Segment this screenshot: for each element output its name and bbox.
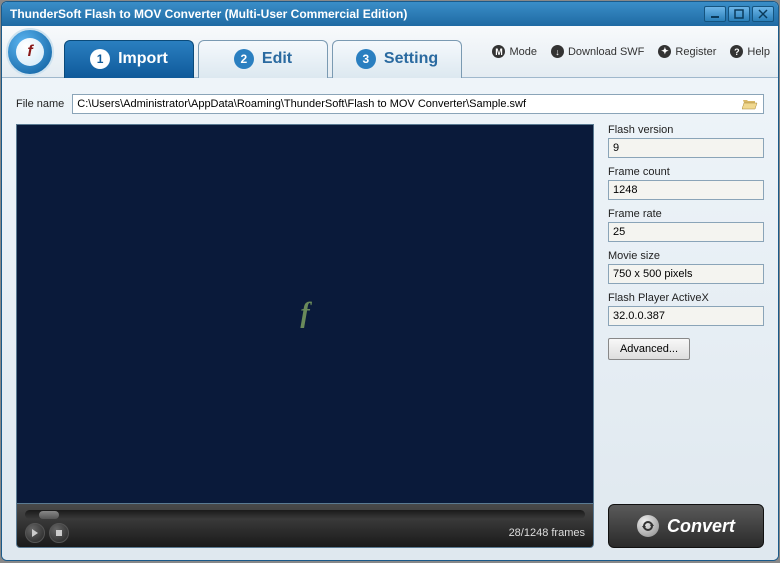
tabs: 1 Import 2 Edit 3 Setting <box>64 33 462 71</box>
maximize-button[interactable] <box>728 6 750 22</box>
tab-number: 3 <box>356 49 376 69</box>
seek-thumb[interactable] <box>39 511 59 519</box>
open-file-button[interactable] <box>741 97 759 111</box>
preview-pane: f <box>16 124 594 504</box>
app-window: ThunderSoft Flash to MOV Converter (Mult… <box>1 1 779 561</box>
flash-version-label: Flash version <box>608 124 764 136</box>
app-logo: f <box>6 28 54 76</box>
flash-player-label: Flash Player ActiveX <box>608 292 764 304</box>
header: f 1 Import 2 Edit 3 Setting MMode ↓Downl… <box>2 26 778 78</box>
convert-label: Convert <box>667 516 735 537</box>
player-controls: 28/1248 frames <box>25 523 585 543</box>
file-path-box <box>72 94 764 114</box>
mode-icon: M <box>492 45 505 58</box>
close-button[interactable] <box>752 6 774 22</box>
tab-import[interactable]: 1 Import <box>64 40 194 78</box>
seek-bar[interactable] <box>25 510 585 519</box>
minimize-button[interactable] <box>704 6 726 22</box>
help-icon: ? <box>730 45 743 58</box>
frame-count-value: 1248 <box>608 180 764 200</box>
advanced-button[interactable]: Advanced... <box>608 338 690 360</box>
tab-edit[interactable]: 2 Edit <box>198 40 328 78</box>
download-swf-link[interactable]: ↓Download SWF <box>551 45 644 58</box>
register-icon: ✦ <box>658 45 671 58</box>
titlebar: ThunderSoft Flash to MOV Converter (Mult… <box>2 2 778 26</box>
info-column: Flash version 9 Frame count 1248 Frame r… <box>608 124 764 548</box>
preview-column: f 28/1248 frames <box>16 124 594 548</box>
stop-button[interactable] <box>49 523 69 543</box>
window-title: ThunderSoft Flash to MOV Converter (Mult… <box>6 7 702 21</box>
flash-placeholder-icon: f <box>300 298 309 330</box>
file-row: File name <box>16 94 764 114</box>
frame-rate-value: 25 <box>608 222 764 242</box>
file-path-input[interactable] <box>77 98 741 110</box>
folder-open-icon <box>742 98 758 110</box>
convert-button[interactable]: Convert <box>608 504 764 548</box>
tab-label: Edit <box>262 50 292 68</box>
frame-rate-label: Frame rate <box>608 208 764 220</box>
main-area: f 28/1248 frames Flash version 9 <box>16 124 764 548</box>
convert-icon <box>637 515 659 537</box>
file-label: File name <box>16 98 64 110</box>
register-link[interactable]: ✦Register <box>658 45 716 58</box>
header-links: MMode ↓Download SWF ✦Register ?Help <box>462 45 770 58</box>
tab-number: 2 <box>234 49 254 69</box>
flash-version-value: 9 <box>608 138 764 158</box>
help-link[interactable]: ?Help <box>730 45 770 58</box>
flash-icon: f <box>16 38 44 66</box>
frame-counter: 28/1248 frames <box>509 527 585 539</box>
tab-label: Setting <box>384 50 438 68</box>
movie-size-value: 750 x 500 pixels <box>608 264 764 284</box>
tab-label: Import <box>118 50 168 68</box>
content: File name f <box>2 78 778 560</box>
play-button[interactable] <box>25 523 45 543</box>
movie-size-label: Movie size <box>608 250 764 262</box>
download-icon: ↓ <box>551 45 564 58</box>
tab-setting[interactable]: 3 Setting <box>332 40 462 78</box>
frame-count-label: Frame count <box>608 166 764 178</box>
player-bar: 28/1248 frames <box>16 504 594 548</box>
tab-number: 1 <box>90 49 110 69</box>
mode-link[interactable]: MMode <box>492 45 537 58</box>
flash-player-value: 32.0.0.387 <box>608 306 764 326</box>
